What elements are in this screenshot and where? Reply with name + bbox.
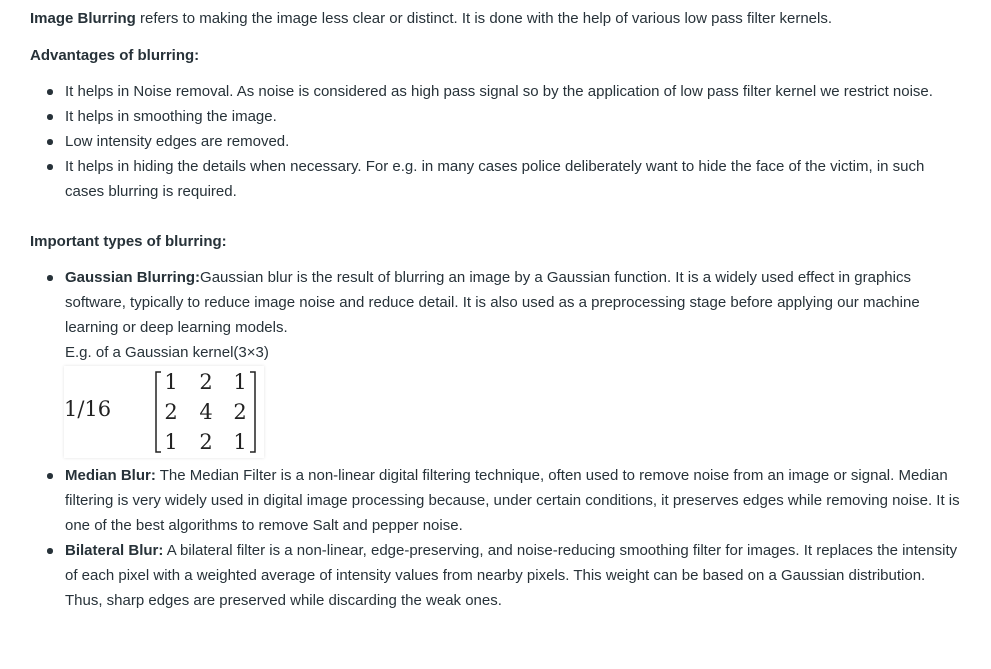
article-content: Image Blurring refers to making the imag… [30,6,965,613]
advantages-list: It helps in Noise removal. As noise is c… [30,79,965,204]
kernel-cell: 2 [199,430,213,454]
bilateral-text: A bilateral filter is a non-linear, edge… [65,542,958,609]
gaussian-example-label: E.g. of a Gaussian kernel(3×3) [65,344,269,361]
kernel-cell: 4 [199,400,213,424]
kernel-cell: 1 [164,370,178,394]
list-item-text: It helps in hiding the details when nece… [65,158,925,200]
median-text: The Median Filter is a non-linear digita… [65,467,960,534]
list-item-text: It helps in Noise removal. As noise is c… [65,83,933,100]
gaussian-kernel-matrix: 1/16 1 2 1 2 4 2 1 2 1 [64,366,264,458]
median-term: Median Blur: [65,467,156,484]
bullet-icon [47,275,53,281]
bilateral-term: Bilateral Blur: [65,542,164,559]
bullet-icon [47,548,53,554]
intro-text: refers to making the image less clear or… [135,10,833,27]
list-item: Low intensity edges are removed. [30,129,965,154]
bullet-icon [47,139,53,145]
list-item-median: Median Blur: The Median Filter is a non-… [30,463,965,538]
gaussian-term: Gaussian Blurring: [65,269,201,286]
list-item: It helps in smoothing the image. [30,104,965,129]
list-item-gaussian: Gaussian Blurring:Gaussian blur is the r… [30,265,965,458]
bullet-icon [47,89,53,95]
kernel-cell: 1 [164,430,178,454]
list-item-bilateral: Bilateral Blur: A bilateral filter is a … [30,538,965,613]
bullet-icon [47,164,53,170]
types-list: Gaussian Blurring:Gaussian blur is the r… [30,265,965,613]
kernel-cell: 1 [233,370,247,394]
intro-term: Image Blurring [30,10,136,27]
advantages-heading: Advantages of blurring: [30,47,200,64]
bullet-icon [47,473,53,479]
kernel-cell: 1 [233,430,247,454]
types-heading: Important types of blurring: [30,233,227,250]
intro-paragraph: Image Blurring refers to making the imag… [30,6,965,31]
bullet-icon [47,114,53,120]
list-item-text: Low intensity edges are removed. [65,133,290,150]
list-item: It helps in Noise removal. As noise is c… [30,79,965,104]
list-item: It helps in hiding the details when nece… [30,154,965,204]
kernel-cell: 2 [233,400,247,424]
kernel-cell: 2 [164,400,178,424]
kernel-cell: 2 [199,370,213,394]
list-item-text: It helps in smoothing the image. [65,108,277,125]
